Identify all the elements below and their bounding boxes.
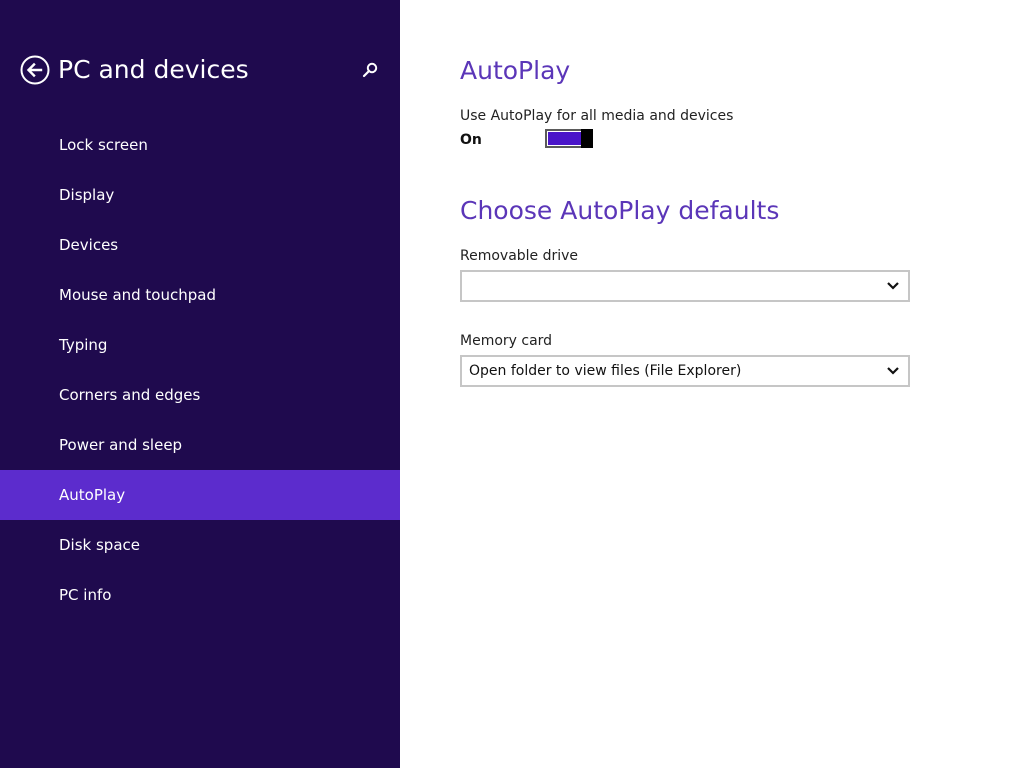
toggle-thumb[interactable]: [581, 129, 593, 148]
autoplay-toggle-switch[interactable]: [545, 129, 593, 148]
sidebar-item-mouse-and-touchpad[interactable]: Mouse and touchpad: [0, 270, 400, 320]
back-arrow-circle-icon: [20, 55, 50, 85]
memory-card-label: Memory card: [460, 333, 553, 349]
search-button[interactable]: [360, 60, 380, 80]
removable-drive-dropdown[interactable]: [460, 270, 910, 302]
chevron-down-icon: [886, 280, 900, 292]
search-icon: [360, 60, 380, 80]
toggle-fill: [548, 132, 581, 145]
chevron-down-icon: [886, 365, 900, 377]
sidebar-item-typing[interactable]: Typing: [0, 320, 400, 370]
sidebar-item-pc-info[interactable]: PC info: [0, 570, 400, 620]
sidebar-item-power-and-sleep[interactable]: Power and sleep: [0, 420, 400, 470]
page-title: PC and devices: [58, 55, 249, 84]
removable-drive-label: Removable drive: [460, 248, 579, 264]
sidebar-item-devices[interactable]: Devices: [0, 220, 400, 270]
autoplay-toggle-label: Use AutoPlay for all media and devices: [460, 108, 734, 124]
sidebar-item-disk-space[interactable]: Disk space: [0, 520, 400, 570]
sidebar-item-display[interactable]: Display: [0, 170, 400, 220]
main-content: AutoPlay Use AutoPlay for all media and …: [400, 0, 1024, 768]
sidebar-item-autoplay[interactable]: AutoPlay: [0, 470, 400, 520]
autoplay-toggle-state: On: [460, 132, 482, 148]
autoplay-defaults-title: Choose AutoPlay defaults: [460, 196, 780, 225]
memory-card-dropdown[interactable]: Open folder to view files (File Explorer…: [460, 355, 910, 387]
sidebar-item-corners-and-edges[interactable]: Corners and edges: [0, 370, 400, 420]
sidebar-item-lock-screen[interactable]: Lock screen: [0, 120, 400, 170]
sidebar: PC and devices Lock screen Display Devic…: [0, 0, 400, 768]
back-button[interactable]: [20, 55, 50, 85]
autoplay-section-title: AutoPlay: [460, 56, 571, 85]
memory-card-value: Open folder to view files (File Explorer…: [469, 363, 742, 379]
pc-settings-window: PC and devices Lock screen Display Devic…: [0, 0, 1024, 768]
sidebar-nav: Lock screen Display Devices Mouse and to…: [0, 120, 400, 620]
